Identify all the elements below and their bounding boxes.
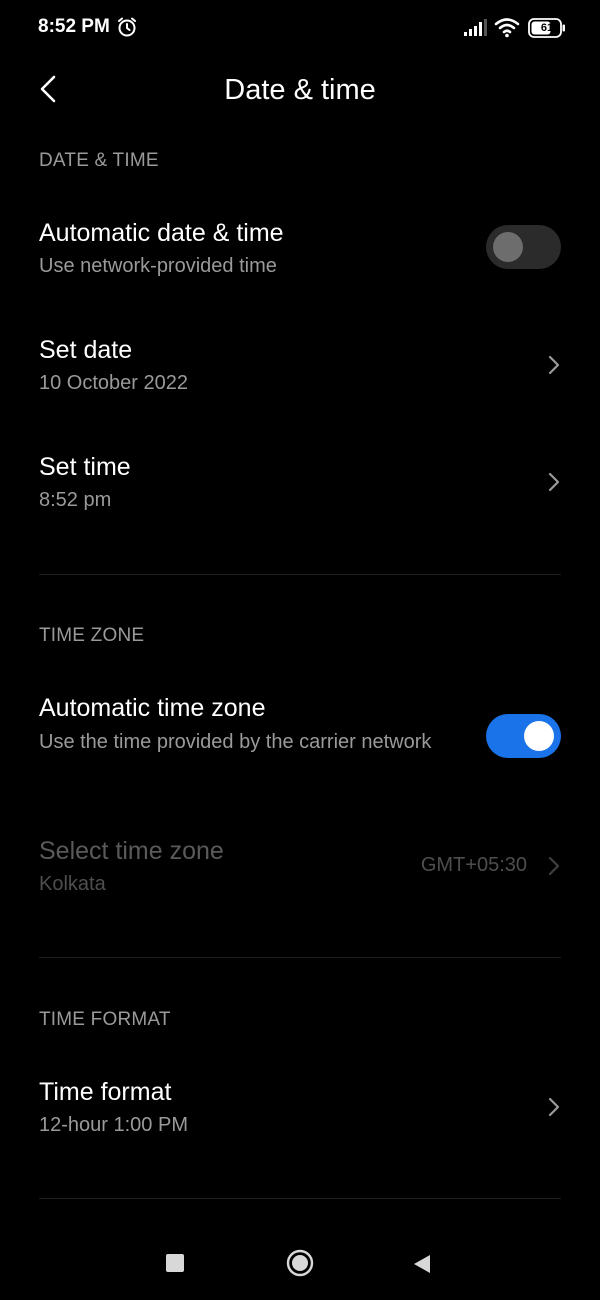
set-date-value: 10 October 2022 (39, 372, 188, 394)
signal-bars-icon (464, 19, 487, 36)
automatic-time-zone-subtitle: Use the time provided by the carrier net… (39, 731, 432, 753)
toggle-knob (524, 721, 554, 751)
time-format-title: Time format (39, 1078, 172, 1106)
chevron-right-icon (548, 355, 560, 375)
set-time-value: 8:52 pm (39, 489, 112, 511)
time-format-row[interactable]: Time format 12-hour 1:00 PM (0, 1069, 600, 1159)
set-time-title: Set time (39, 453, 131, 481)
divider (39, 1198, 561, 1199)
chevron-right-icon (548, 1097, 560, 1117)
nav-home-button[interactable] (286, 1249, 314, 1277)
section-header-date-time: DATE & TIME (39, 150, 159, 171)
divider (39, 957, 561, 958)
automatic-date-time-row[interactable]: Automatic date & time Use network-provid… (0, 210, 600, 300)
alarm-clock-icon (118, 17, 136, 37)
nav-back-button[interactable] (411, 1253, 433, 1275)
nav-recents-button[interactable] (166, 1254, 184, 1272)
divider (39, 574, 561, 575)
toggle-knob (493, 232, 523, 262)
select-time-zone-title: Select time zone (39, 837, 224, 865)
set-date-row[interactable]: Set date 10 October 2022 (0, 327, 600, 417)
automatic-time-zone-title: Automatic time zone (39, 694, 266, 722)
page-title: Date & time (224, 74, 376, 106)
section-header-time-zone: TIME ZONE (39, 625, 145, 646)
automatic-date-time-toggle[interactable] (486, 225, 561, 269)
status-time: 8:52 PM (38, 16, 110, 37)
triangle-back-icon (414, 1255, 430, 1273)
section-header-time-format: TIME FORMAT (39, 1009, 171, 1030)
time-zone-offset: GMT+05:30 (420, 854, 527, 876)
chevron-right-icon (548, 472, 560, 492)
automatic-time-zone-row[interactable]: Automatic time zone Use the time provide… (0, 685, 600, 795)
set-date-title: Set date (39, 336, 133, 364)
select-time-zone-value: Kolkata (39, 873, 106, 895)
chevron-right-icon (548, 856, 560, 876)
select-time-zone-row[interactable]: Select time zone Kolkata GMT+05:30 (0, 828, 600, 918)
battery-level: 61 (540, 22, 554, 34)
automatic-date-time-subtitle: Use network-provided time (39, 255, 277, 277)
status-bar: 8:52 PM 61 (0, 0, 600, 56)
automatic-date-time-title: Automatic date & time (39, 219, 284, 247)
automatic-time-zone-toggle[interactable] (486, 714, 561, 758)
set-time-row[interactable]: Set time 8:52 pm (0, 444, 600, 534)
wifi-icon (494, 18, 520, 38)
time-format-value: 12-hour 1:00 PM (39, 1114, 188, 1136)
